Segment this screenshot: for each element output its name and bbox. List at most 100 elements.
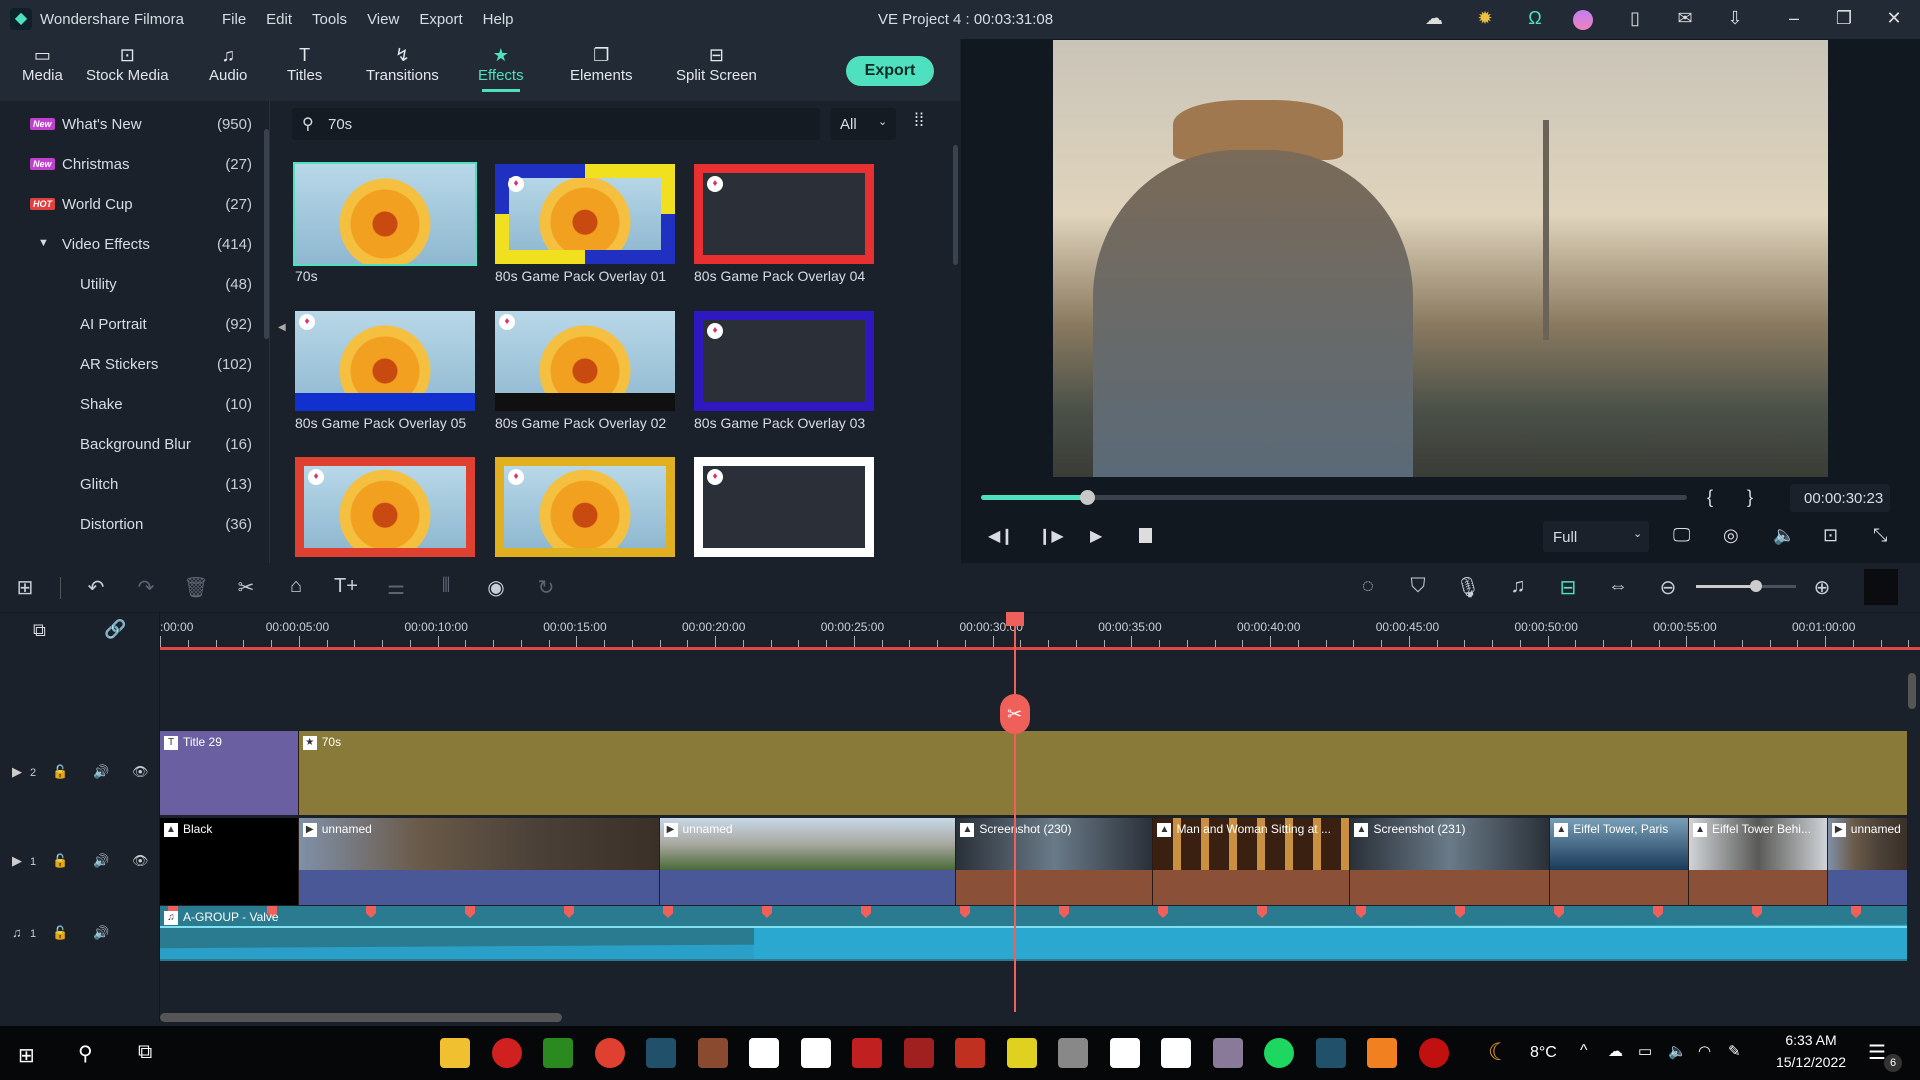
mail-icon[interactable]: ✉ [1673, 8, 1697, 32]
battery-icon[interactable]: ▭ [1638, 1042, 1652, 1060]
fullscreen-icon[interactable]: ⤡ [1873, 525, 1887, 546]
vlc-icon[interactable] [1367, 1038, 1397, 1068]
beat-marker[interactable] [1059, 906, 1069, 918]
opera-icon[interactable] [491, 1038, 522, 1068]
snap-icon[interactable]: ⊟ [1554, 575, 1582, 600]
avatar-icon[interactable] [1573, 10, 1593, 30]
audio-split-icon[interactable]: ⦀ [432, 575, 460, 598]
effect-thumbnail[interactable]: ♦ [295, 311, 475, 411]
tag-icon[interactable]: ⌂ [282, 575, 310, 598]
expand-triangle-icon[interactable]: ▼ [38, 237, 49, 249]
effect-thumbnail[interactable]: ♦ [495, 311, 675, 411]
tray-expand-icon[interactable]: ^ [1580, 1042, 1588, 1060]
cut-icon[interactable]: ✂ [232, 575, 260, 600]
zoom-slider[interactable] [1696, 580, 1796, 592]
zoom-in-icon[interactable]: ⊕ [1808, 575, 1836, 600]
onedrive-icon[interactable]: ☁ [1608, 1042, 1623, 1060]
previous-frame-icon[interactable]: ◀❙ [988, 526, 1014, 546]
beat-marker[interactable] [1653, 906, 1663, 918]
vertical-scrollbar[interactable] [1908, 673, 1916, 709]
game4-icon[interactable] [1006, 1038, 1037, 1068]
next-frame-icon[interactable]: ❙▶ [1038, 526, 1064, 546]
headset-icon[interactable]: Ω [1523, 8, 1547, 32]
progress-handle[interactable] [1079, 490, 1095, 505]
effect-thumbnail[interactable]: ♦ [295, 457, 475, 557]
timeline-clip[interactable]: ▶ unnamed [298, 818, 660, 905]
download-icon[interactable]: ⇩ [1723, 8, 1747, 32]
render-preview-icon[interactable]: ◌ [1354, 575, 1382, 598]
menu-tools[interactable]: Tools [312, 11, 347, 28]
display-settings-icon[interactable]: 🖵 [1673, 525, 1690, 546]
beat-marker[interactable] [1257, 906, 1267, 918]
link-icon[interactable]: 🔗 [104, 619, 126, 640]
minimize-icon[interactable]: – [1782, 8, 1806, 32]
beat-marker[interactable] [762, 906, 772, 918]
menu-help[interactable]: Help [483, 11, 514, 28]
close-icon[interactable]: ✕ [1882, 8, 1906, 32]
category-video-effects[interactable]: ▼ Video Effects (414) [0, 231, 262, 259]
library-scrollbar[interactable] [953, 145, 958, 265]
mute-icon[interactable]: 🔊 [93, 853, 109, 869]
filter-dropdown[interactable]: All ⌄ [830, 108, 896, 140]
file-explorer-icon[interactable] [440, 1038, 470, 1068]
beat-marker[interactable] [663, 906, 673, 918]
beat-marker[interactable] [564, 906, 574, 918]
bulb-icon[interactable]: ✹ [1473, 8, 1497, 32]
lock-icon[interactable]: 🔓 [52, 853, 68, 869]
timeline-clip[interactable]: T Title 29 [160, 731, 299, 815]
layout-icon[interactable]: ⊞ [11, 575, 39, 600]
speech-to-text-icon[interactable]: ↻ [532, 575, 560, 600]
beat-marker[interactable] [1158, 906, 1168, 918]
menu-file[interactable]: File [222, 11, 246, 28]
export-button[interactable]: Export [846, 56, 934, 86]
tab-transitions[interactable]: ↯ Transitions [366, 45, 439, 84]
snapshot-icon[interactable]: ◎ [1723, 525, 1739, 546]
beat-marker[interactable] [1554, 906, 1564, 918]
dl-icon[interactable] [800, 1038, 831, 1068]
audio-mixer-icon[interactable]: ♫ [1504, 575, 1532, 598]
quality-dropdown[interactable]: Full ⌄ [1543, 521, 1649, 552]
tab-effects[interactable]: ★ Effects [478, 45, 524, 92]
marker-icon[interactable]: ⛉ [1404, 575, 1432, 598]
restore-icon[interactable]: ❐ [1832, 8, 1856, 32]
beat-marker[interactable] [960, 906, 970, 918]
game-icon[interactable] [697, 1038, 728, 1068]
windows-start-icon[interactable]: ⊞ [18, 1043, 35, 1068]
microphone-icon[interactable]: 🎙 [1454, 575, 1482, 600]
mute-icon[interactable]: 🔊 [93, 764, 109, 780]
audio-clip[interactable]: ♫ A-GROUP - Valve [160, 906, 1908, 961]
undo-icon[interactable]: ↶ [82, 575, 110, 600]
mute-icon[interactable]: 🔊 [93, 925, 109, 941]
playhead[interactable]: ✂ [999, 612, 1030, 1012]
filmora-icon[interactable] [1315, 1038, 1346, 1068]
star-wars-icon[interactable] [1212, 1038, 1243, 1068]
category-what-s-new[interactable]: New What's New (950) [0, 111, 262, 139]
scissors-icon[interactable]: ✂ [999, 694, 1030, 734]
search-input[interactable]: ⚲ 70s [292, 108, 820, 140]
aspect-ratio-icon[interactable]: ⊡ [1823, 525, 1838, 546]
volume-icon[interactable]: 🔈 [1773, 525, 1795, 546]
tab-audio[interactable]: ♫ Audio [209, 45, 247, 84]
beat-marker[interactable] [861, 906, 871, 918]
cloud-icon[interactable]: ☁ [1422, 8, 1446, 32]
play-icon[interactable]: ▶ [1090, 526, 1102, 546]
app-icon[interactable] [1418, 1038, 1449, 1068]
beat-marker[interactable] [1356, 906, 1366, 918]
tab-media[interactable]: ▭ Media [22, 45, 63, 84]
effect-thumbnail[interactable] [293, 162, 477, 266]
game2-icon[interactable] [903, 1038, 934, 1068]
volume-icon[interactable]: 🔈 [1668, 1042, 1687, 1060]
timeline-clip[interactable]: ▲ Screenshot (231) [1350, 818, 1551, 905]
filmora-alt-icon[interactable] [646, 1038, 676, 1068]
effect-thumbnail[interactable]: ♦ [694, 164, 874, 264]
category-ai-portrait[interactable]: AI Portrait (92) [0, 311, 262, 339]
playback-progress[interactable] [981, 490, 1687, 505]
zoom-out-icon[interactable]: ⊖ [1654, 575, 1682, 600]
effect-thumbnail[interactable]: ♦ [495, 164, 675, 264]
effect-thumbnail[interactable]: ♦ [694, 457, 874, 557]
category-background-blur[interactable]: Background Blur (16) [0, 431, 262, 459]
category-utility[interactable]: Utility (48) [0, 271, 262, 299]
effect-thumbnail[interactable]: ♦ [694, 311, 874, 411]
beat-marker[interactable] [465, 906, 475, 918]
delete-icon[interactable]: 🗑 [182, 575, 210, 600]
